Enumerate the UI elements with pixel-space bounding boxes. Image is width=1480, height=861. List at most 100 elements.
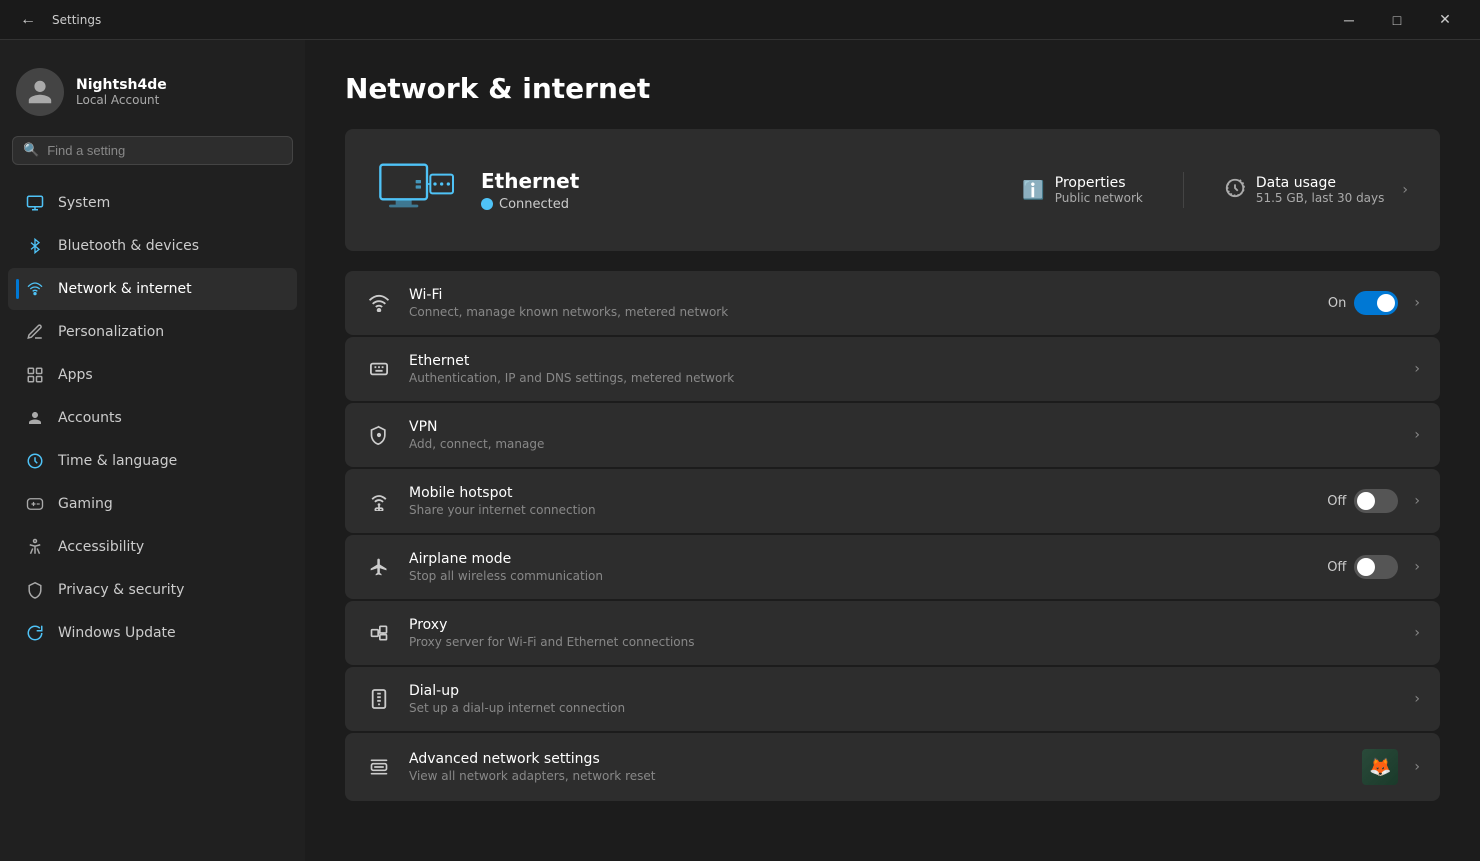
ethernet-info: Ethernet Connected [481,169,998,212]
wifi-chevron: › [1414,295,1420,311]
dialup-title: Dial-up [409,683,1390,699]
sidebar-item-bluetooth[interactable]: Bluetooth & devices [8,225,297,267]
setting-row-dialup[interactable]: Dial-up Set up a dial-up internet connec… [345,667,1440,731]
search-box[interactable]: 🔍 [12,136,293,165]
airplane-text: Airplane mode Stop all wireless communic… [409,551,1311,583]
sidebar-item-accessibility[interactable]: Accessibility [8,526,297,568]
sidebar-item-apps[interactable]: Apps [8,354,297,396]
vpn-text: VPN Add, connect, manage [409,419,1390,451]
search-icon: 🔍 [23,143,39,158]
ethernet-icon-area [377,153,457,227]
setting-row-wifi[interactable]: Wi-Fi Connect, manage known networks, me… [345,271,1440,335]
privacy-icon [24,579,46,601]
data-usage-label: Data usage [1256,175,1385,191]
data-usage-sub: 51.5 GB, last 30 days [1256,191,1385,205]
vpn-icon [365,421,393,449]
setting-row-ethernet[interactable]: Ethernet Authentication, IP and DNS sett… [345,337,1440,401]
advanced-text: Advanced network settings View all netwo… [409,751,1346,783]
bluetooth-icon [24,235,46,257]
app-container: Nightsh4de Local Account 🔍 System Blueto… [0,40,1480,861]
vpn-title: VPN [409,419,1390,435]
sidebar-item-gaming[interactable]: Gaming [8,483,297,525]
wifi-toggle[interactable] [1354,291,1398,315]
sidebar-item-label: Apps [58,367,93,383]
data-usage-item[interactable]: Data usage 51.5 GB, last 30 days › [1224,175,1408,205]
airplane-chevron: › [1414,559,1420,575]
setting-row-advanced[interactable]: Advanced network settings View all netwo… [345,733,1440,801]
hotspot-sub: Share your internet connection [409,503,1311,517]
connected-text: Connected [499,197,569,212]
accounts-icon [24,407,46,429]
sidebar-item-label: Accessibility [58,539,144,555]
ethernet-row-title: Ethernet [409,353,1390,369]
dialup-chevron: › [1414,691,1420,707]
titlebar: ← Settings ─ □ ✕ [0,0,1480,40]
maximize-button[interactable]: □ [1374,4,1420,36]
setting-row-vpn[interactable]: VPN Add, connect, manage › [345,403,1440,467]
dialup-icon [365,685,393,713]
minimize-button[interactable]: ─ [1326,4,1372,36]
sidebar-item-label: Gaming [58,496,113,512]
wifi-right: On › [1328,291,1420,315]
sidebar-item-accounts[interactable]: Accounts [8,397,297,439]
sidebar-item-network[interactable]: Network & internet [8,268,297,310]
setting-row-airplane[interactable]: Airplane mode Stop all wireless communic… [345,535,1440,599]
hotspot-right: Off › [1327,489,1420,513]
close-button[interactable]: ✕ [1422,4,1468,36]
wifi-text: Wi-Fi Connect, manage known networks, me… [409,287,1312,319]
dialup-text: Dial-up Set up a dial-up internet connec… [409,683,1390,715]
sidebar-item-personalization[interactable]: Personalization [8,311,297,353]
hotspot-toggle-label: Off [1327,494,1346,509]
update-icon [24,622,46,644]
vpn-sub: Add, connect, manage [409,437,1390,451]
airplane-toggle[interactable] [1354,555,1398,579]
nav-list: System Bluetooth & devices Network & int… [0,181,305,655]
sidebar-item-update[interactable]: Windows Update [8,612,297,654]
sidebar-item-system[interactable]: System [8,182,297,224]
sidebar-item-time[interactable]: Time & language [8,440,297,482]
setting-row-hotspot[interactable]: Mobile hotspot Share your internet conne… [345,469,1440,533]
wifi-icon [365,289,393,317]
user-name: Nightsh4de [76,77,167,93]
page-title: Network & internet [345,72,1440,105]
gaming-icon [24,493,46,515]
divider [1183,172,1184,208]
properties-icon: ℹ️ [1022,180,1044,201]
ethernet-hero-card[interactable]: Ethernet Connected ℹ️ Properties Public … [345,129,1440,251]
user-type: Local Account [76,93,167,107]
wifi-toggle-label: On [1328,296,1346,311]
search-input[interactable] [47,143,282,158]
sidebar-item-label: Bluetooth & devices [58,238,199,254]
sidebar-item-privacy[interactable]: Privacy & security [8,569,297,611]
ethernet-row-chevron: › [1414,361,1420,377]
proxy-title: Proxy [409,617,1390,633]
back-button[interactable]: ← [12,7,44,33]
airplane-title: Airplane mode [409,551,1311,567]
hotspot-chevron: › [1414,493,1420,509]
user-section[interactable]: Nightsh4de Local Account [0,56,305,136]
dialup-sub: Set up a dial-up internet connection [409,701,1390,715]
proxy-sub: Proxy server for Wi-Fi and Ethernet conn… [409,635,1390,649]
ethernet-meta: ℹ️ Properties Public network Data usage … [1022,172,1408,208]
airplane-right: Off › [1327,555,1420,579]
titlebar-title: Settings [52,13,101,27]
properties-label: Properties [1055,175,1143,191]
hotspot-toggle[interactable] [1354,489,1398,513]
settings-list: Wi-Fi Connect, manage known networks, me… [345,271,1440,801]
proxy-icon [365,619,393,647]
vpn-chevron: › [1414,427,1420,443]
setting-row-proxy[interactable]: Proxy Proxy server for Wi-Fi and Etherne… [345,601,1440,665]
data-usage-chevron: › [1402,182,1408,198]
data-usage-info: Data usage 51.5 GB, last 30 days [1256,175,1385,205]
hotspot-toggle-thumb [1357,492,1375,510]
advanced-icon [365,753,393,781]
sidebar: Nightsh4de Local Account 🔍 System Blueto… [0,40,305,861]
advanced-sub: View all network adapters, network reset [409,769,1346,783]
main-content: Network & internet [305,40,1480,861]
advanced-title: Advanced network settings [409,751,1346,767]
advanced-thumbnail: 🦊 [1362,749,1398,785]
properties-item[interactable]: ℹ️ Properties Public network [1022,175,1142,205]
sidebar-item-label: Windows Update [58,625,176,641]
system-icon [24,192,46,214]
wifi-toggle-thumb [1377,294,1395,312]
